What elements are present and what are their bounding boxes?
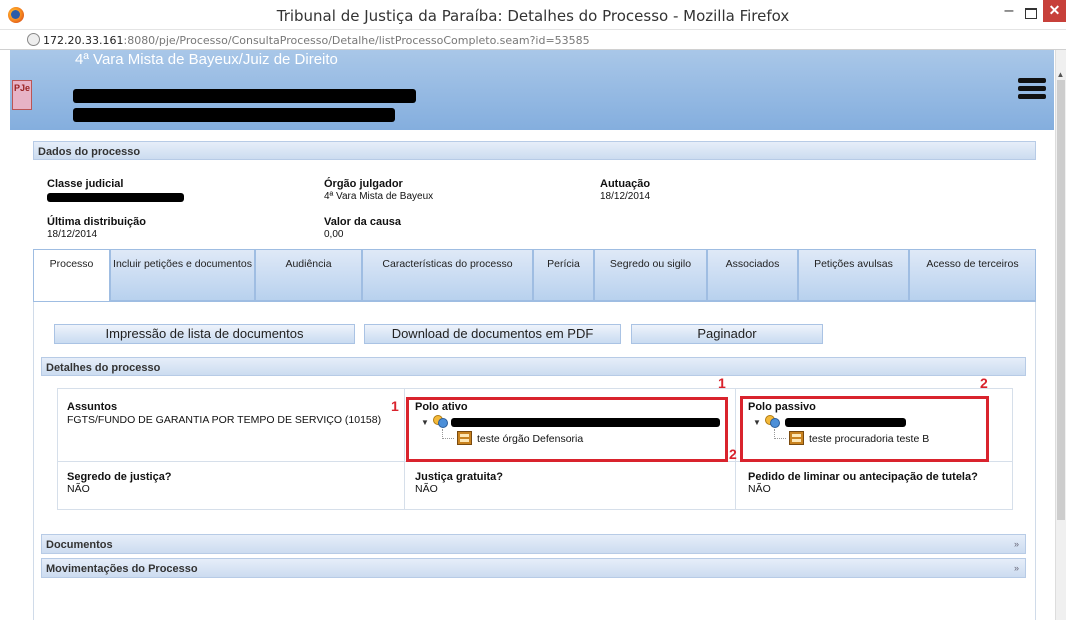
- annotation-1: 1: [718, 375, 726, 391]
- menu-icon[interactable]: [1018, 78, 1046, 100]
- grid-divider: [404, 388, 405, 510]
- autuacao-label: Autuação: [600, 178, 651, 190]
- segredo-justica-value: NÃO: [67, 483, 90, 495]
- site-info-icon[interactable]: [27, 33, 40, 46]
- people-icon: [765, 415, 780, 428]
- detalhes-processo-header: Detalhes do processo: [41, 357, 1026, 376]
- scroll-up-icon[interactable]: ▲: [1056, 70, 1065, 79]
- classe-label: Classe judicial: [47, 178, 124, 190]
- orgao-value: 4ª Vara Mista de Bayeux: [324, 191, 434, 202]
- impressao-lista-button[interactable]: Impressão de lista de documentos: [54, 324, 355, 344]
- movimentacoes-panel[interactable]: Movimentações do Processo »: [41, 558, 1026, 578]
- dados-processo-header: Dados do processo: [33, 141, 1036, 160]
- ultima-distribuicao-value: 18/12/2014: [47, 229, 98, 240]
- organization-icon: [457, 431, 472, 445]
- assuntos-value: FGTS/FUNDO DE GARANTIA POR TEMPO DE SERV…: [67, 414, 382, 426]
- tab-processo[interactable]: Processo: [33, 249, 110, 301]
- maximize-button[interactable]: [1018, 4, 1044, 24]
- tab-audiencia[interactable]: Audiência: [255, 249, 362, 301]
- tab-associados[interactable]: Associados: [707, 249, 798, 301]
- people-icon: [433, 415, 448, 428]
- ultima-distribuicao-label: Última distribuição: [47, 216, 147, 228]
- annotation-1: 1: [391, 398, 399, 414]
- organization-icon: [789, 431, 804, 445]
- tab-pericia[interactable]: Perícia: [533, 249, 594, 301]
- close-button[interactable]: ✕: [1043, 0, 1066, 22]
- movimentacoes-label: Movimentações do Processo: [46, 563, 198, 575]
- scrollbar-thumb[interactable]: [1057, 80, 1065, 520]
- tree-line: [442, 429, 454, 439]
- liminar-label: Pedido de liminar ou antecipação de tute…: [748, 471, 978, 483]
- redacted-text: [451, 418, 720, 427]
- expand-icon[interactable]: »: [1014, 539, 1019, 549]
- liminar-value: NÃO: [748, 483, 771, 495]
- tab-acesso-terceiros[interactable]: Acesso de terceiros: [909, 249, 1036, 301]
- annotation-2: 2: [980, 375, 988, 391]
- polo-ativo-label: Polo ativo: [415, 401, 468, 413]
- expand-icon[interactable]: »: [1014, 563, 1019, 573]
- url-bar[interactable]: 172.20.33.161:8080/pje/Processo/Consulta…: [0, 30, 1066, 50]
- tab-peticoes-avulsas[interactable]: Petições avulsas: [798, 249, 909, 301]
- documentos-panel[interactable]: Documentos »: [41, 534, 1026, 554]
- url-host: 172.20.33.161: [43, 34, 124, 47]
- download-pdf-button[interactable]: Download de documentos em PDF: [364, 324, 621, 344]
- tab-caracteristicas[interactable]: Características do processo: [362, 249, 533, 301]
- redacted-text: [73, 89, 416, 103]
- title-bar: Tribunal de Justiça da Paraíba: Detalhes…: [0, 0, 1066, 30]
- valor-causa-label: Valor da causa: [324, 216, 402, 228]
- redacted-text: [73, 108, 395, 122]
- justica-gratuita-label: Justiça gratuita?: [415, 471, 504, 483]
- polo-ativo-org[interactable]: teste órgão Defensoria: [477, 433, 583, 445]
- redacted-text: [47, 193, 184, 202]
- annotation-2: 2: [729, 446, 737, 462]
- segredo-justica-label: Segredo de justiça?: [67, 471, 172, 483]
- polo-passivo-label: Polo passivo: [748, 401, 816, 413]
- url-path: :8080/pje/Processo/ConsultaProcesso/Deta…: [123, 34, 590, 47]
- tree-line: [774, 429, 786, 439]
- window-title: Tribunal de Justiça da Paraíba: Detalhes…: [276, 7, 790, 25]
- assuntos-label: Assuntos: [67, 401, 118, 413]
- browser-window: Tribunal de Justiça da Paraíba: Detalhes…: [0, 0, 1066, 620]
- vara-title: 4ª Vara Mista de Bayeux/Juiz de Direito: [75, 51, 338, 68]
- collapse-icon[interactable]: ▼: [753, 418, 761, 427]
- valor-causa-value: 0,00: [324, 229, 344, 240]
- orgao-label: Órgão julgador: [324, 178, 403, 190]
- pje-logo: PJe: [12, 80, 32, 110]
- justica-gratuita-value: NÃO: [415, 483, 438, 495]
- paginador-button[interactable]: Paginador: [631, 324, 823, 344]
- documentos-label: Documentos: [46, 539, 113, 551]
- tab-segredo[interactable]: Segredo ou sigilo: [594, 249, 707, 301]
- redacted-text: [785, 418, 906, 427]
- polo-passivo-org[interactable]: teste procuradoria teste B: [809, 433, 929, 445]
- autuacao-value: 18/12/2014: [600, 191, 651, 202]
- collapse-icon[interactable]: ▼: [421, 418, 429, 427]
- tab-incluir-peticoes[interactable]: Incluir petições e documentos: [110, 249, 255, 301]
